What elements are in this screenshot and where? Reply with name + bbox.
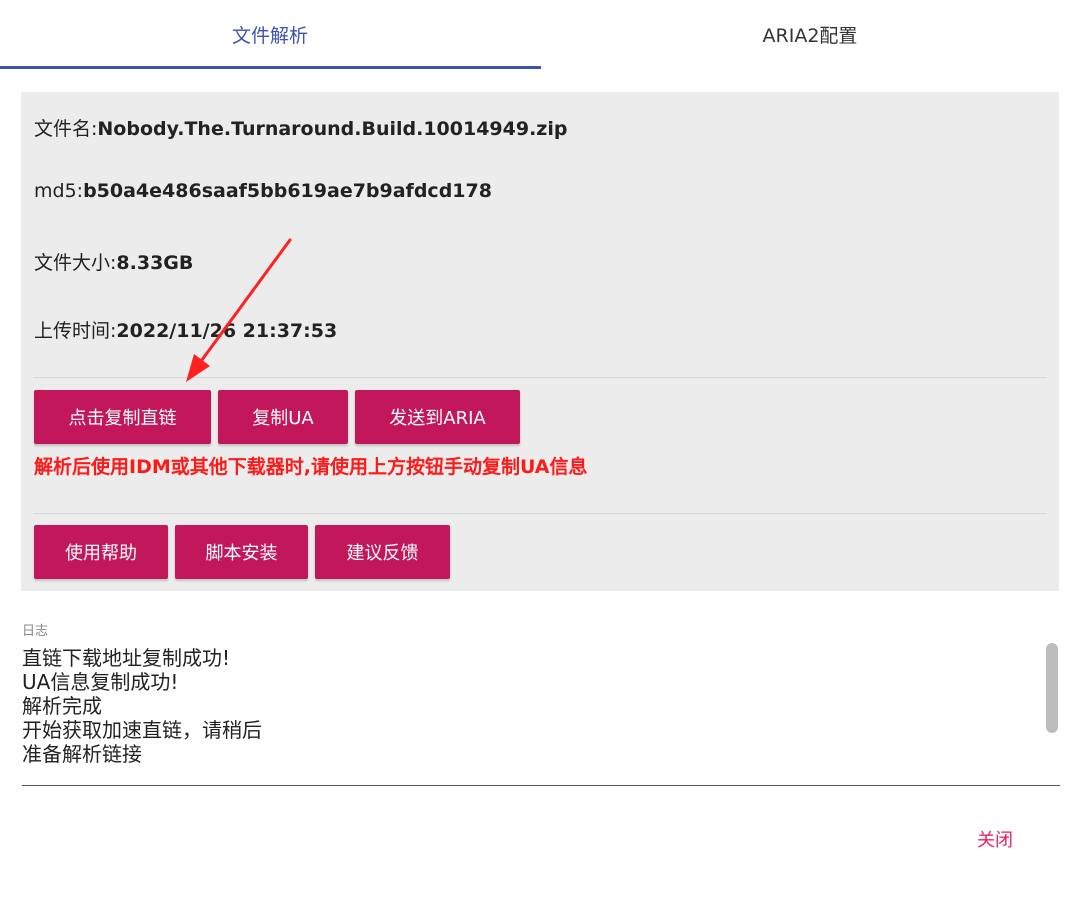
- copy-direct-link-button[interactable]: 点击复制直链: [34, 390, 211, 444]
- send-to-aria-button[interactable]: 发送到ARIA: [355, 390, 520, 444]
- script-install-button[interactable]: 脚本安装: [175, 525, 308, 579]
- close-button[interactable]: 关闭: [977, 826, 1013, 852]
- file-size-row: 文件大小:8.33GB: [34, 248, 193, 275]
- log-scrollbar[interactable]: [1046, 643, 1058, 733]
- md5-row: md5:b50a4e486saaf5bb619ae7b9afdcd178: [34, 180, 492, 202]
- file-size-value: 8.33GB: [116, 252, 194, 274]
- ua-warning-text: 解析后使用IDM或其他下载器时,请使用上方按钮手动复制UA信息: [34, 456, 588, 478]
- file-name-row: 文件名:Nobody.The.Turnaround.Build.10014949…: [34, 114, 567, 141]
- upload-time-label: 上传时间:: [34, 320, 117, 342]
- copy-ua-button[interactable]: 复制UA: [218, 390, 348, 444]
- upload-time-row: 上传时间:2022/11/26 21:37:53: [34, 316, 337, 343]
- divider: [33, 377, 1047, 378]
- help-button[interactable]: 使用帮助: [34, 525, 168, 579]
- log-content: 直链下载地址复制成功! UA信息复制成功! 解析完成 开始获取加速直链，请稍后 …: [22, 646, 262, 766]
- md5-value: b50a4e486saaf5bb619ae7b9afdcd178: [83, 180, 492, 202]
- log-label: 日志: [22, 624, 49, 639]
- log-textarea[interactable]: 直链下载地址复制成功! UA信息复制成功! 解析完成 开始获取加速直链，请稍后 …: [22, 646, 1060, 786]
- md5-label: md5:: [34, 180, 84, 202]
- tab-aria2-config[interactable]: ARIA2配置: [540, 0, 1080, 68]
- file-size-label: 文件大小:: [34, 252, 117, 274]
- file-name-label: 文件名:: [34, 118, 98, 140]
- tab-file-parse[interactable]: 文件解析: [0, 0, 540, 68]
- tab-bar: 文件解析 ARIA2配置: [0, 0, 1080, 70]
- file-name-value: Nobody.The.Turnaround.Build.10014949.zip: [97, 118, 568, 140]
- file-info-panel: 文件名:Nobody.The.Turnaround.Build.10014949…: [21, 92, 1059, 591]
- feedback-button[interactable]: 建议反馈: [315, 525, 450, 579]
- divider: [33, 513, 1047, 514]
- active-tab-indicator: [0, 66, 541, 69]
- upload-time-value: 2022/11/26 21:37:53: [116, 320, 338, 342]
